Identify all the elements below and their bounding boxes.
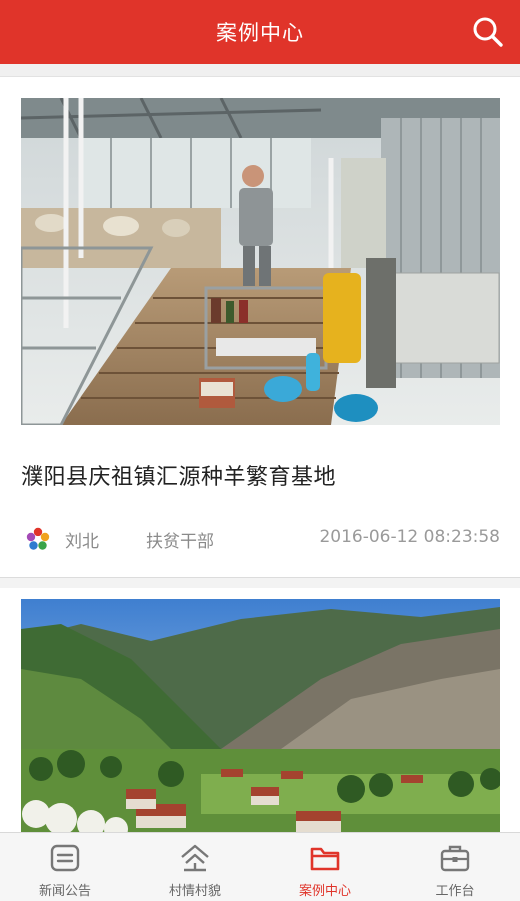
case-title[interactable]: 濮阳县庆祖镇汇源种羊繁育基地 bbox=[21, 459, 336, 491]
tab-cases[interactable]: 案例中心 bbox=[260, 833, 390, 901]
tab-label: 新闻公告 bbox=[38, 884, 91, 899]
search-icon bbox=[473, 17, 503, 47]
tab-village[interactable]: 村情村貌 bbox=[130, 833, 260, 901]
page-title: 案例中心 bbox=[216, 21, 304, 45]
bottom-tab-bar: 新闻公告 村情村貌 案例中心 工作台 bbox=[0, 832, 520, 901]
poverty-alleviation-logo-icon bbox=[26, 527, 50, 550]
news-icon bbox=[50, 844, 80, 872]
case-timestamp: 2016-06-12 08:23:58 bbox=[319, 527, 500, 547]
top-spacer bbox=[0, 64, 520, 77]
case-author: 刘北 bbox=[65, 532, 99, 552]
tab-label: 工作台 bbox=[435, 884, 475, 899]
case-author-role: 扶贫干部 bbox=[146, 532, 214, 552]
app-header: 案例中心 bbox=[0, 0, 520, 64]
case-meta: 刘北 扶贫干部 2016-06-12 08:23:58 bbox=[21, 525, 500, 553]
case-card[interactable]: 濮阳县庆祖镇汇源种羊繁育基地 刘北 扶贫干部 2016-06-12 08:23:… bbox=[0, 77, 520, 578]
search-button[interactable] bbox=[470, 14, 506, 50]
case-photo-mountain-village[interactable] bbox=[21, 599, 500, 839]
case-photo-sheep-barn[interactable] bbox=[21, 98, 500, 425]
village-icon bbox=[181, 844, 209, 872]
case-card[interactable] bbox=[0, 588, 520, 839]
folder-icon bbox=[310, 847, 340, 871]
tab-label: 村情村貌 bbox=[168, 884, 221, 899]
tab-label: 案例中心 bbox=[298, 884, 351, 899]
briefcase-icon bbox=[440, 845, 470, 872]
tab-news[interactable]: 新闻公告 bbox=[0, 833, 130, 901]
tab-workbench[interactable]: 工作台 bbox=[390, 833, 520, 901]
